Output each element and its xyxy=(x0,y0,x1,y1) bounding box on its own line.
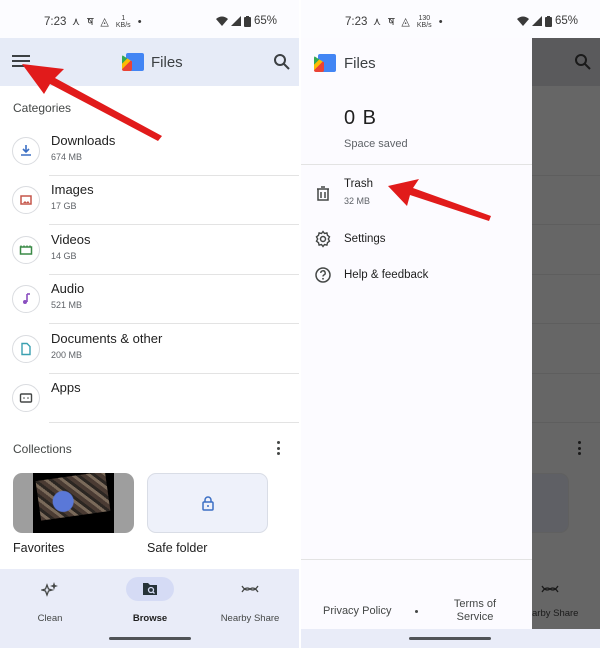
net-speed: 1 KB/s xyxy=(115,14,131,29)
search-icon[interactable] xyxy=(272,52,292,72)
drawer-item-trash[interactable]: Trash 32 MB xyxy=(301,170,532,214)
drawer-title: Files xyxy=(344,55,376,72)
browse-folder-icon xyxy=(126,577,174,601)
app-bar: Files xyxy=(0,38,299,86)
video-icon xyxy=(12,236,40,264)
category-documents[interactable]: Documents & other 200 MB xyxy=(0,325,299,374)
files-drawer-screen: 7:23 ⋏ ष ◬ 130 KB/s • 65% arby Share File… xyxy=(301,0,600,648)
files-home-screen: 7:23 ⋏ ष ◬ 1 KB/s • 65% Files Categories … xyxy=(0,0,299,648)
categories-heading: Categories xyxy=(13,101,72,115)
category-audio[interactable]: Audio 521 MB xyxy=(0,275,299,324)
category-images[interactable]: Images 17 GB xyxy=(0,176,299,225)
nav-label-partial: arby Share xyxy=(532,608,579,619)
notification-icon: ष xyxy=(388,16,395,28)
nav-browse[interactable]: Browse xyxy=(100,577,200,627)
dot-icon: • xyxy=(438,15,443,28)
app-title: Files xyxy=(151,54,183,71)
drive-icon: ◬ xyxy=(100,16,109,28)
battery-percent: 65% xyxy=(554,15,578,27)
privacy-policy-link[interactable]: Privacy Policy xyxy=(323,605,391,618)
favorites-thumbnail xyxy=(33,473,114,533)
terms-of-service-link[interactable]: Terms of Service xyxy=(447,598,503,624)
drawer-item-settings[interactable]: Settings xyxy=(301,226,532,252)
navigation-drawer: Files 0 B Space saved Trash 32 MB Settin… xyxy=(301,38,532,648)
category-downloads[interactable]: Downloads 674 MB xyxy=(0,127,299,176)
help-icon xyxy=(315,267,331,283)
safe-folder-label: Safe folder xyxy=(147,541,208,555)
drawer-item-help[interactable]: Help & feedback xyxy=(301,262,532,288)
nearby-share-icon xyxy=(541,585,559,593)
battery-icon xyxy=(544,15,552,27)
drawer-scrim[interactable]: arby Share xyxy=(532,38,600,648)
category-videos[interactable]: Videos 14 GB xyxy=(0,226,299,275)
status-bar: 7:23 ⋏ ष ◬ 1 KB/s • 65% xyxy=(0,0,299,38)
music-note-icon xyxy=(12,285,40,313)
signal-icon xyxy=(531,16,542,26)
favorites-tile[interactable] xyxy=(13,473,134,533)
favorites-label: Favorites xyxy=(13,541,65,555)
space-saved-value: 0 B xyxy=(344,107,378,129)
notification-icon: ⋏ xyxy=(373,16,382,28)
trash-icon xyxy=(317,186,329,201)
status-time: 7:23 xyxy=(44,16,67,28)
wifi-icon xyxy=(516,16,529,26)
search-icon xyxy=(575,54,591,70)
status-bar: 7:23 ⋏ ष ◬ 130 KB/s • 65% xyxy=(301,0,600,38)
android-icon xyxy=(12,384,40,412)
drawer-footer: Privacy Policy Terms of Service xyxy=(301,559,532,629)
nav-clean[interactable]: Clean xyxy=(0,577,100,627)
space-saved-label: Space saved xyxy=(344,138,408,150)
hamburger-menu-icon[interactable] xyxy=(10,52,32,72)
wifi-icon xyxy=(215,16,228,26)
net-speed: 130 KB/s xyxy=(416,14,432,29)
nav-nearby-share[interactable]: Nearby Share xyxy=(200,577,299,627)
drive-icon: ◬ xyxy=(401,16,410,28)
files-logo-icon xyxy=(314,54,336,72)
image-icon xyxy=(12,186,40,214)
gesture-bar[interactable] xyxy=(109,637,191,640)
battery-icon xyxy=(243,15,251,27)
sparkle-icon xyxy=(26,577,74,601)
document-icon xyxy=(12,335,40,363)
files-logo-icon xyxy=(122,53,144,71)
collections-heading: Collections xyxy=(13,442,72,456)
signal-icon xyxy=(230,16,241,26)
notification-icon: ष xyxy=(87,16,94,28)
gear-icon xyxy=(315,230,331,248)
nearby-share-icon xyxy=(226,577,274,601)
more-options-icon xyxy=(575,441,583,455)
category-apps[interactable]: Apps xyxy=(0,374,299,423)
gesture-bar[interactable] xyxy=(409,637,491,640)
more-options-icon[interactable] xyxy=(274,441,282,455)
battery-percent: 65% xyxy=(253,15,277,27)
status-time: 7:23 xyxy=(345,16,368,28)
download-icon xyxy=(12,137,40,165)
notification-icon: ⋏ xyxy=(72,16,81,28)
safe-folder-tile[interactable] xyxy=(147,473,268,533)
lock-icon xyxy=(201,496,214,511)
dot-icon: • xyxy=(137,15,142,28)
